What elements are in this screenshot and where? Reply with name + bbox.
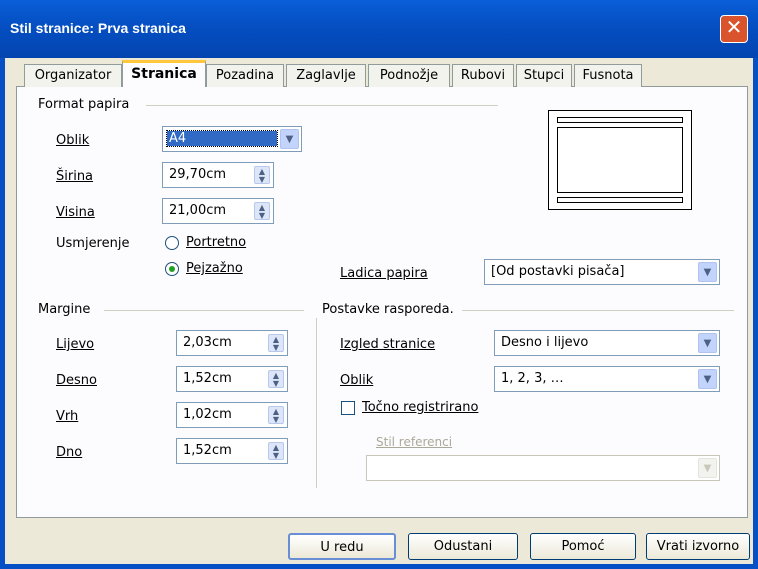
margin-bottom-label: Dno xyxy=(56,445,83,460)
margin-right-label: Desno xyxy=(56,373,97,388)
margin-left-value: 2,03cm xyxy=(183,335,232,350)
page-preview-header xyxy=(557,117,683,123)
chevron-down-icon: ▼ xyxy=(698,369,717,389)
chevron-down-icon: ▼ xyxy=(698,458,717,478)
margin-left-field[interactable]: 2,03cm ▲ ▼ xyxy=(176,330,288,356)
page-layout-label: Izgled stranice xyxy=(340,337,436,352)
portrait-radio[interactable] xyxy=(165,236,179,250)
paper-format-heading: Format papira xyxy=(38,97,130,112)
reference-style-label: Stil referenci xyxy=(376,435,453,449)
portrait-label[interactable]: Portretno xyxy=(186,235,246,250)
tab-fusnota[interactable]: Fusnota xyxy=(574,64,642,87)
paper-height-value: 21,00cm xyxy=(169,203,227,218)
window-title: Stil stranice: Prva stranica xyxy=(10,20,186,36)
spinner-arrows-icon[interactable]: ▲ ▼ xyxy=(268,334,284,352)
tab-stranica[interactable]: Stranica xyxy=(122,60,206,87)
numbering-format-select[interactable]: 1, 2, 3, … ▼ xyxy=(494,366,720,392)
margin-right-field[interactable]: 1,52cm ▲ ▼ xyxy=(176,366,288,392)
margin-top-value: 1,02cm xyxy=(183,407,232,422)
paper-format-value: A4 xyxy=(166,130,278,147)
landscape-label[interactable]: Pejzažno xyxy=(186,261,243,276)
tab-organizator[interactable]: Organizator xyxy=(24,64,122,87)
paper-format-divider xyxy=(146,105,498,106)
chevron-down-icon: ▼ xyxy=(698,262,717,282)
window-frame-bottom xyxy=(0,564,758,569)
numbering-format-label: Oblik xyxy=(340,373,374,388)
tab-zaglavlje[interactable]: Zaglavlje xyxy=(286,64,366,87)
register-true-checkbox[interactable] xyxy=(341,401,355,415)
spinner-arrows-icon[interactable]: ▲ ▼ xyxy=(268,406,284,424)
chevron-down-icon: ▼ xyxy=(280,129,299,149)
window-frame-right xyxy=(753,58,758,569)
spinner-arrows-icon[interactable]: ▲ ▼ xyxy=(254,202,270,220)
paper-format-label: Oblik xyxy=(56,133,90,148)
layout-settings-divider xyxy=(462,310,734,311)
paper-tray-value: [Od postavki pisača] xyxy=(491,264,625,279)
paper-format-select[interactable]: A4 ▼ xyxy=(162,126,302,152)
tab-rubovi[interactable]: Rubovi xyxy=(452,64,514,87)
orientation-label: Usmjerenje xyxy=(56,236,130,251)
spinner-arrows-icon[interactable]: ▲ ▼ xyxy=(254,166,270,184)
spinner-arrows-icon[interactable]: ▲ ▼ xyxy=(268,442,284,460)
tab-podnozje[interactable]: Podnožje xyxy=(368,64,450,87)
tab-pozadina[interactable]: Pozadina xyxy=(206,64,284,87)
close-icon: ✕ xyxy=(725,17,743,39)
spinner-arrows-icon[interactable]: ▲ ▼ xyxy=(268,370,284,388)
paper-tray-select[interactable]: [Od postavki pisača] ▼ xyxy=(484,259,720,285)
margins-divider xyxy=(104,310,304,311)
margin-right-value: 1,52cm xyxy=(183,371,232,386)
page-preview-footer xyxy=(557,197,683,203)
margin-top-label: Vrh xyxy=(56,409,79,424)
margin-bottom-field[interactable]: 1,52cm ▲ ▼ xyxy=(176,438,288,464)
help-button[interactable]: Pomoć xyxy=(530,533,636,560)
paper-height-label: Visina xyxy=(56,205,95,220)
paper-tray-label: Ladica papira xyxy=(340,266,428,281)
page-preview-body xyxy=(557,127,683,193)
paper-width-field[interactable]: 29,70cm ▲ ▼ xyxy=(162,162,274,188)
page-preview xyxy=(548,110,692,210)
register-true-label[interactable]: Točno registrirano xyxy=(362,400,478,415)
page-layout-select[interactable]: Desno i lijevo ▼ xyxy=(494,330,720,356)
paper-height-field[interactable]: 21,00cm ▲ ▼ xyxy=(162,198,274,224)
numbering-format-value: 1, 2, 3, … xyxy=(501,371,564,386)
ok-button[interactable]: U redu xyxy=(288,533,396,560)
reference-style-select: ▼ xyxy=(366,455,720,481)
tab-stupci[interactable]: Stupci xyxy=(516,64,572,87)
close-button[interactable]: ✕ xyxy=(720,15,748,43)
reset-button[interactable]: Vrati izvorno xyxy=(646,533,750,560)
margins-heading: Margine xyxy=(38,302,91,317)
paper-width-label: Širina xyxy=(56,169,94,184)
margin-bottom-value: 1,52cm xyxy=(183,443,232,458)
paper-width-value: 29,70cm xyxy=(169,167,227,182)
margin-top-field[interactable]: 1,02cm ▲ ▼ xyxy=(176,402,288,428)
margin-left-label: Lijevo xyxy=(56,337,95,352)
chevron-down-icon: ▼ xyxy=(698,333,717,353)
radio-selected-dot xyxy=(169,266,175,272)
layout-settings-heading: Postavke rasporeda. xyxy=(322,302,454,317)
window-frame-left xyxy=(0,58,5,569)
section-separator xyxy=(316,318,317,488)
page-layout-value: Desno i lijevo xyxy=(501,335,589,350)
cancel-button[interactable]: Odustani xyxy=(408,533,518,560)
landscape-radio[interactable] xyxy=(165,262,179,276)
